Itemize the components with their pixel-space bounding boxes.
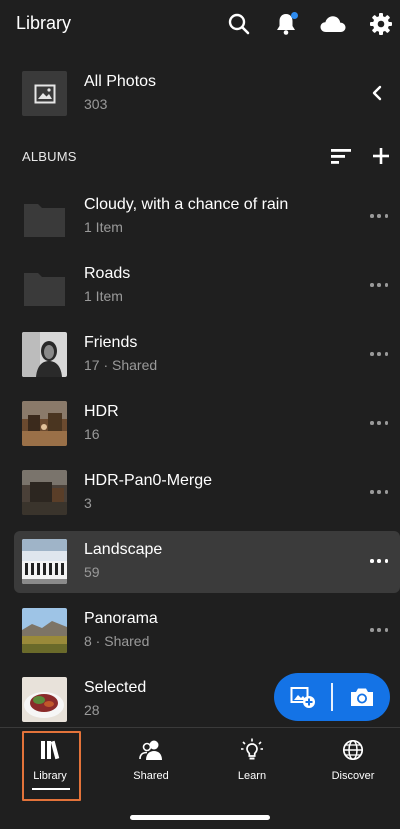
top-bar: Library <box>0 0 400 48</box>
cloud-icon[interactable] <box>318 10 348 38</box>
album-thumbnail <box>22 677 67 722</box>
home-indicator <box>130 815 270 820</box>
more-options-icon[interactable] <box>370 209 388 223</box>
more-options-icon[interactable] <box>370 347 388 361</box>
album-subtitle: 3 <box>84 495 92 511</box>
floating-action-button <box>274 673 390 721</box>
page-title: Library <box>16 13 72 33</box>
album-thumbnail <box>22 539 67 584</box>
album-thumbnail <box>22 401 67 446</box>
add-photo-icon <box>290 687 315 708</box>
album-subtitle: 1 Item <box>84 288 123 304</box>
all-photos-thumbnail <box>22 71 67 116</box>
album-title: HDR-Pan0-Merge <box>84 472 213 489</box>
camera-button[interactable] <box>333 673 390 721</box>
album-subtitle: 16 <box>84 426 100 442</box>
album-title: Roads <box>84 265 131 282</box>
album-row[interactable]: Roads 1 Item <box>14 255 400 317</box>
album-row[interactable]: Cloudy, with a chance of rain 1 Item <box>14 186 400 248</box>
all-photos-row[interactable]: All Photos 303 <box>0 66 400 126</box>
all-photos-title: All Photos <box>84 73 157 90</box>
album-title: Panorama <box>84 610 158 627</box>
fab-divider <box>331 683 333 711</box>
album-title: HDR <box>84 403 119 420</box>
folder-icon <box>22 194 67 239</box>
search-icon[interactable] <box>225 10 253 38</box>
album-row[interactable]: Panorama 8 · Shared <box>14 600 400 662</box>
album-title: Cloudy, with a chance of rain <box>84 196 289 213</box>
album-thumbnail <box>22 608 67 653</box>
album-title: Landscape <box>84 541 163 558</box>
nav-shared[interactable]: Shared <box>101 728 201 800</box>
folder-icon <box>22 263 67 308</box>
chevron-left-icon[interactable] <box>368 84 386 102</box>
album-row[interactable]: HDR-Pan0-Merge 3 <box>14 462 400 524</box>
album-thumbnail <box>22 332 67 377</box>
globe-icon <box>341 738 365 762</box>
album-title: Friends <box>84 334 138 351</box>
nav-label: Library <box>33 770 67 782</box>
bell-icon[interactable] <box>272 10 300 38</box>
add-album-icon[interactable] <box>370 145 392 167</box>
more-options-icon[interactable] <box>370 278 388 292</box>
nav-discover[interactable]: Discover <box>303 728 400 800</box>
more-options-icon[interactable] <box>370 623 388 637</box>
nav-label: Shared <box>133 770 169 782</box>
more-options-icon[interactable] <box>370 554 388 568</box>
more-options-icon[interactable] <box>370 485 388 499</box>
image-icon <box>34 84 55 103</box>
camera-icon <box>350 688 373 706</box>
album-subtitle: 28 <box>84 702 100 718</box>
lightbulb-icon <box>240 738 264 762</box>
shared-people-icon <box>139 738 163 762</box>
bottom-navigation: Library Shared Learn Discover <box>0 727 400 829</box>
library-icon <box>38 738 62 762</box>
albums-section-label: ALBUMS <box>22 149 77 164</box>
album-row[interactable]: Friends 17 · Shared <box>14 324 400 386</box>
album-title: Selected <box>84 679 147 696</box>
album-subtitle: 59 <box>84 564 100 580</box>
all-photos-count: 303 <box>84 96 108 112</box>
album-subtitle: 1 Item <box>84 219 123 235</box>
albums-header: ALBUMS <box>0 140 400 170</box>
notification-badge <box>291 12 298 19</box>
album-subtitle: 17 · Shared <box>84 357 158 373</box>
album-thumbnail <box>22 470 67 515</box>
album-row-selected[interactable]: Landscape 59 <box>14 531 400 593</box>
gear-icon[interactable] <box>367 10 395 38</box>
album-row[interactable]: HDR 16 <box>14 393 400 455</box>
nav-library[interactable]: Library <box>0 728 100 801</box>
album-subtitle: 8 · Shared <box>84 633 150 649</box>
more-options-icon[interactable] <box>370 416 388 430</box>
nav-label: Learn <box>237 770 267 782</box>
nav-learn[interactable]: Learn <box>202 728 302 800</box>
sort-icon[interactable] <box>330 145 352 167</box>
active-tab-underline <box>32 788 70 790</box>
nav-label: Discover <box>331 770 375 782</box>
add-photo-button[interactable] <box>274 673 331 721</box>
